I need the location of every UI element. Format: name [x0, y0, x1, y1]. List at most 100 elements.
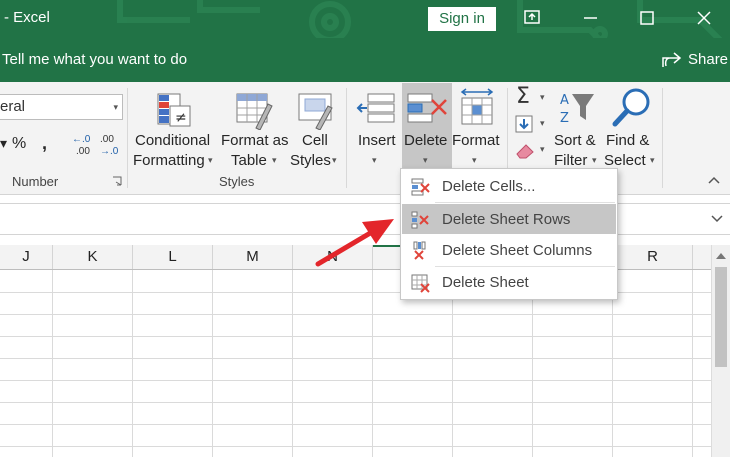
menu-item-delete-sheet-columns[interactable]: Delete Sheet Columns [402, 235, 616, 265]
comma-style-button[interactable]: , [42, 133, 47, 154]
percent-style-button[interactable]: % [12, 135, 26, 153]
column-header-l[interactable]: L [133, 245, 213, 269]
magnifier-icon [612, 88, 650, 127]
format-button[interactable]: Format ▾ [452, 84, 504, 172]
chevron-down-icon: ▾ [650, 155, 655, 165]
delete-sheet-icon [411, 274, 430, 293]
chevron-down-icon: ▾ [272, 155, 277, 165]
chevron-down-icon: ▾ [208, 155, 213, 165]
chevron-down-icon: ▾ [540, 92, 545, 102]
sign-in-button[interactable]: Sign in [428, 7, 496, 31]
chevron-down-icon: ▾ [592, 155, 597, 165]
window-title: - Excel [4, 9, 50, 26]
autosum-button[interactable]: Σ ▾ [514, 84, 550, 110]
svg-text:A: A [560, 93, 569, 108]
sort-filter-line1: Sort & [554, 132, 596, 149]
conditional-formatting-line1: Conditional [135, 132, 211, 149]
fill-button[interactable]: ▾ [514, 114, 550, 136]
group-separator [127, 88, 128, 188]
chevron-down-icon: ▾ [113, 102, 118, 112]
decrease-decimal-button[interactable]: .00 →.0 [100, 134, 126, 164]
svg-text:≠: ≠ [175, 110, 187, 126]
sort-filter-button[interactable]: A Z Sort & Filter ▾ [552, 84, 602, 172]
conditional-formatting-button[interactable]: ≠ Conditional Formatting ▾ [132, 84, 216, 172]
chevron-down-icon: ▾ [472, 155, 477, 165]
chevron-down-icon: ▾ [540, 118, 545, 128]
menu-item-delete-sheet[interactable]: Delete Sheet [402, 267, 616, 297]
tell-me-search[interactable]: Tell me what you want to do [2, 51, 187, 68]
delete-rows-icon [411, 211, 429, 229]
number-format-dropdown[interactable]: eral ▾ [0, 94, 123, 120]
formula-bar[interactable] [0, 203, 730, 235]
share-icon [662, 52, 682, 67]
column-header-m[interactable]: M [213, 245, 293, 269]
column-header-k[interactable]: K [53, 245, 133, 269]
format-cells-icon [460, 88, 494, 125]
number-format-value: eral [0, 98, 26, 115]
group-separator [346, 88, 347, 188]
increase-decimal-bottom: .00 [76, 146, 90, 157]
increase-decimal-top: ←.0 [72, 134, 91, 145]
delete-dropdown-menu: Delete Cells... Delete Sheet Rows Delete… [400, 168, 618, 300]
menu-item-label: Delete Sheet [442, 274, 529, 291]
fill-down-icon [515, 115, 533, 133]
column-header-r[interactable]: R [613, 245, 693, 269]
sort-filter-line2: Filter [554, 152, 588, 169]
delete-cells-icon [407, 93, 447, 123]
format-as-table-line2: Table [231, 152, 267, 169]
menu-separator [435, 202, 615, 203]
chevron-down-icon: ▾ [423, 155, 428, 165]
delete-label: Delete [404, 132, 448, 149]
sigma-icon: Σ [516, 84, 530, 109]
minimize-icon[interactable] [575, 5, 605, 31]
menu-item-label: Delete Cells... [442, 178, 536, 195]
ribbon-display-options-icon[interactable] [517, 5, 547, 31]
maximize-icon[interactable] [632, 5, 662, 31]
decrease-decimal-top: .00 [100, 134, 114, 145]
clear-button[interactable]: ▾ [514, 140, 550, 162]
expand-formula-bar-icon[interactable] [710, 213, 724, 225]
insert-label: Insert [358, 132, 396, 149]
caret-fragment: ▾ [0, 135, 8, 151]
close-icon[interactable] [689, 5, 719, 31]
find-select-line2: Select [604, 152, 646, 169]
delete-button[interactable]: Delete ▾ [402, 84, 452, 168]
scrollbar-thumb[interactable] [715, 267, 727, 367]
svg-text:Z: Z [560, 111, 569, 126]
chevron-down-icon: ▾ [332, 155, 337, 165]
find-select-button[interactable]: Find & Select ▾ [604, 84, 658, 172]
find-select-line1: Find & [606, 132, 650, 149]
menu-item-delete-sheet-rows[interactable]: Delete Sheet Rows [402, 204, 616, 234]
circuit-pattern-decoration [117, 0, 723, 38]
column-header-n[interactable]: N [293, 245, 373, 269]
collapse-ribbon-icon[interactable] [706, 174, 722, 186]
cell-styles-line2: Styles [290, 152, 331, 169]
number-group-label: Number [12, 174, 59, 189]
format-as-table-button[interactable]: Format as Table ▾ [218, 84, 290, 172]
cell-styles-line1: Cell [302, 132, 328, 149]
tell-me-bar: Tell me what you want to do Share [0, 38, 730, 82]
menu-item-label: Delete Sheet Columns [442, 242, 593, 259]
ribbon: eral ▾ ▾ % , ←.0 .00 .00 →.0 Number ≠ Co… [0, 82, 730, 195]
eraser-icon [516, 144, 534, 159]
column-header-j[interactable]: J [0, 245, 53, 269]
cell-styles-icon [298, 93, 333, 130]
group-separator [662, 88, 663, 188]
scroll-up-icon[interactable] [715, 251, 727, 261]
format-as-table-icon [236, 93, 273, 130]
styles-group-label: Styles [219, 174, 255, 189]
delete-cells-icon [411, 178, 430, 196]
chevron-down-icon: ▾ [540, 144, 545, 154]
decrease-decimal-bottom: →.0 [100, 146, 119, 157]
cell-styles-button[interactable]: Cell Styles ▾ [290, 84, 342, 172]
vertical-scrollbar[interactable] [711, 245, 730, 457]
menu-item-delete-cells[interactable]: Delete Cells... [402, 171, 616, 201]
dialog-launcher-icon[interactable] [112, 176, 122, 186]
menu-item-label: Delete Sheet Rows [442, 211, 571, 228]
sort-filter-icon: A Z [560, 93, 594, 126]
insert-button[interactable]: Insert ▾ [354, 84, 400, 172]
increase-decimal-button[interactable]: ←.0 .00 [72, 134, 98, 164]
share-label: Share [688, 51, 729, 68]
delete-columns-icon [413, 241, 426, 260]
insert-cells-icon [356, 93, 395, 123]
